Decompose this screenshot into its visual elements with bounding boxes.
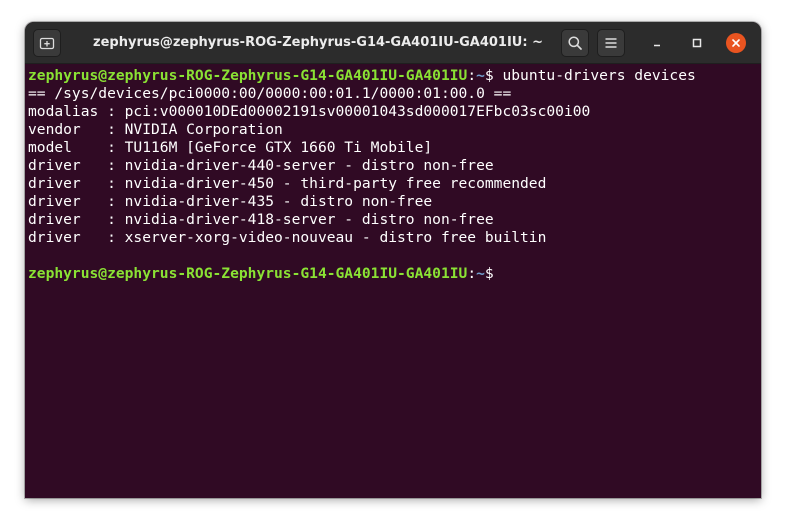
maximize-button[interactable]	[687, 33, 707, 53]
close-icon	[732, 39, 740, 47]
new-tab-icon	[39, 37, 55, 50]
output-line: driver : xserver-xorg-video-nouveau - di…	[28, 229, 547, 246]
output-line: == /sys/devices/pci0000:00/0000:00:01.1/…	[28, 85, 512, 102]
terminal-output-area[interactable]: zephyrus@zephyrus-ROG-Zephyrus-G14-GA401…	[25, 64, 761, 498]
output-line: vendor : NVIDIA Corporation	[28, 121, 283, 138]
output-line: driver : nvidia-driver-440-server - dist…	[28, 157, 494, 174]
window-title: zephyrus@zephyrus-ROG-Zephyrus-G14-GA401…	[93, 35, 543, 50]
command-line: zephyrus@zephyrus-ROG-Zephyrus-G14-GA401…	[28, 67, 761, 85]
output-line: driver : nvidia-driver-418-server - dist…	[28, 211, 494, 228]
minimize-icon	[654, 44, 660, 47]
output-line: driver : nvidia-driver-435 - distro non-…	[28, 193, 433, 210]
prompt-separator: :	[467, 67, 477, 84]
output-line: modalias : pci:v000010DEd00002191sv00001…	[28, 103, 591, 120]
prompt-user-host: zephyrus@zephyrus-ROG-Zephyrus-G14-GA401…	[28, 265, 468, 282]
new-tab-button[interactable]	[33, 29, 61, 57]
output-line: driver : nvidia-driver-450 - third-party…	[28, 175, 547, 192]
command-text: ubuntu-drivers devices	[502, 67, 696, 84]
hamburger-menu-icon	[605, 38, 617, 48]
maximize-icon	[692, 38, 702, 48]
menu-button[interactable]	[597, 29, 625, 57]
terminal-window: zephyrus@zephyrus-ROG-Zephyrus-G14-GA401…	[25, 22, 761, 498]
prompt-separator: :	[467, 265, 477, 282]
title-bar[interactable]: zephyrus@zephyrus-ROG-Zephyrus-G14-GA401…	[25, 22, 761, 64]
prompt-symbol: $	[484, 265, 503, 282]
prompt-path: ~	[476, 265, 485, 282]
prompt-path: ~	[476, 67, 485, 84]
active-prompt-line: zephyrus@zephyrus-ROG-Zephyrus-G14-GA401…	[28, 265, 761, 283]
prompt-user-host: zephyrus@zephyrus-ROG-Zephyrus-G14-GA401…	[28, 67, 468, 84]
search-button[interactable]	[561, 29, 589, 57]
minimize-button[interactable]	[647, 33, 667, 53]
output-line: model : TU116M [GeForce GTX 1660 Ti Mobi…	[28, 139, 433, 156]
search-icon	[568, 36, 582, 50]
close-button[interactable]	[726, 33, 746, 53]
prompt-symbol: $	[484, 67, 503, 84]
